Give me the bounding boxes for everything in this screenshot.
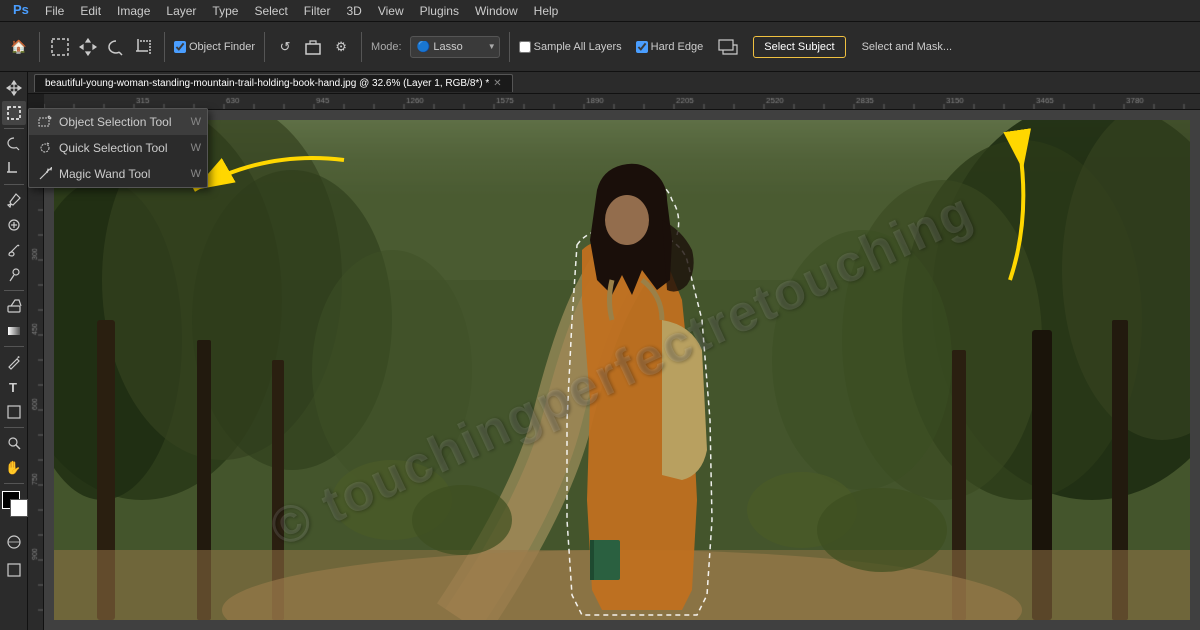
svg-text:T: T [9,380,17,395]
screen-mode[interactable] [2,558,26,582]
brush-tool[interactable] [2,238,26,262]
mode-dropdown-wrap[interactable]: 🔵 Lasso Rectangle [410,36,500,58]
hard-edge-input[interactable] [636,41,648,53]
crop-tool[interactable] [2,157,26,181]
eyedropper-tool[interactable] [2,188,26,212]
object-finder-checkbox[interactable]: Object Finder [174,41,255,53]
home-icon[interactable]: 🏠 [8,36,30,58]
tool-dropdown-item-magic-wand[interactable]: Magic Wand Tool W [29,161,207,187]
quick-selection-icon [37,140,53,156]
menu-window[interactable]: Window [468,2,525,20]
gradient-tool[interactable] [2,319,26,343]
menu-edit[interactable]: Edit [73,2,108,20]
tool-dropdown-item-1-label: Quick Selection Tool [59,141,168,155]
toolbar-separator-1 [39,32,40,62]
hand-tool[interactable]: ✋ [2,456,26,480]
menu-type[interactable]: Type [205,2,245,20]
transfer-icon[interactable] [717,36,739,58]
menu-bar: Ps File Edit Image Layer Type Select Fil… [0,0,1200,22]
object-finder-label: Object Finder [189,41,255,53]
options-toolbar: 🏠 Object Finder ↺ ⚙ Mode: 🔵 Lasso Rectan… [0,22,1200,72]
object-finder-input[interactable] [174,41,186,53]
move-tool[interactable] [2,76,26,100]
menu-image[interactable]: Image [110,2,157,20]
tool-dropdown-item-0-shortcut: W [191,116,201,128]
tab-bar: beautiful-young-woman-standing-mountain-… [28,72,1200,94]
move-icon[interactable] [77,36,99,58]
lasso-tool[interactable] [2,132,26,156]
tab-close-icon[interactable]: ✕ [493,78,501,89]
active-tab[interactable]: beautiful-young-woman-standing-mountain-… [34,74,513,92]
refresh-icon[interactable]: ↺ [274,36,296,58]
mode-select[interactable]: 🔵 Lasso Rectangle [410,36,500,58]
menu-help[interactable]: Help [527,2,566,20]
menu-plugins[interactable]: Plugins [413,2,466,20]
hard-edge-label: Hard Edge [651,41,704,53]
shape-tool[interactable] [2,400,26,424]
tool-dropdown-item-0-label: Object Selection Tool [59,115,172,129]
toolbox: T ✋ [0,72,28,630]
select-subject-button[interactable]: Select Subject [753,36,845,58]
tool-separator-3 [4,290,24,291]
tool-separator-2 [4,184,24,185]
menu-view[interactable]: View [371,2,411,20]
menu-filter[interactable]: Filter [297,2,338,20]
resize-icon[interactable] [302,36,324,58]
rect-select-icon[interactable] [49,36,71,58]
vertical-ruler [28,110,44,630]
tool-separator-6 [4,483,24,484]
tool-dropdown-menu: Object Selection Tool W Quick Selection … [28,108,208,188]
quick-mask-mode[interactable] [2,530,26,554]
pen-tool[interactable] [2,350,26,374]
photo-canvas: © touchingperfectretouching [54,120,1190,620]
background-color[interactable] [10,499,28,517]
sample-all-layers-input[interactable] [519,41,531,53]
menu-file[interactable]: File [38,2,71,20]
crop-icon[interactable] [133,36,155,58]
horizontal-ruler [44,94,1200,110]
hard-edge-checkbox[interactable]: Hard Edge [636,41,704,53]
tab-filename: beautiful-young-woman-standing-mountain-… [45,78,489,89]
tool-separator-5 [4,427,24,428]
toolbar-separator-4 [361,32,362,62]
zoom-tool[interactable] [2,431,26,455]
menu-select[interactable]: Select [247,2,294,20]
eraser-tool[interactable] [2,294,26,318]
selection-tool[interactable] [2,101,26,125]
tool-dropdown-item-2-label: Magic Wand Tool [59,167,150,181]
object-selection-icon [37,114,53,130]
heal-tool[interactable] [2,213,26,237]
photo-background: © touchingperfectretouching [54,120,1190,620]
svg-text:Ps: Ps [13,2,29,17]
menu-ps[interactable]: Ps [6,0,36,22]
toolbar-separator-5 [509,32,510,62]
tool-dropdown-item-1-shortcut: W [191,142,201,154]
toolbar-separator-3 [264,32,265,62]
tool-separator-1 [4,128,24,129]
stamp-tool[interactable] [2,263,26,287]
menu-3d[interactable]: 3D [339,2,368,20]
text-tool[interactable]: T [2,375,26,399]
settings-icon[interactable]: ⚙ [330,36,352,58]
toolbar-separator-2 [164,32,165,62]
tool-separator-4 [4,346,24,347]
lasso-icon[interactable] [105,36,127,58]
sample-all-layers-checkbox[interactable]: Sample All Layers [519,41,622,53]
menu-layer[interactable]: Layer [159,2,203,20]
tool-dropdown-item-2-shortcut: W [191,168,201,180]
mode-label: Mode: [371,41,402,53]
tool-dropdown-item-quick-selection[interactable]: Quick Selection Tool W [29,135,207,161]
select-and-mask-button[interactable]: Select and Mask... [852,37,963,57]
canvas-area: © touchingperfectretouching [44,110,1200,630]
sample-all-layers-label: Sample All Layers [534,41,622,53]
tool-dropdown-item-object-selection[interactable]: Object Selection Tool W [29,109,207,135]
magic-wand-icon [37,166,53,182]
